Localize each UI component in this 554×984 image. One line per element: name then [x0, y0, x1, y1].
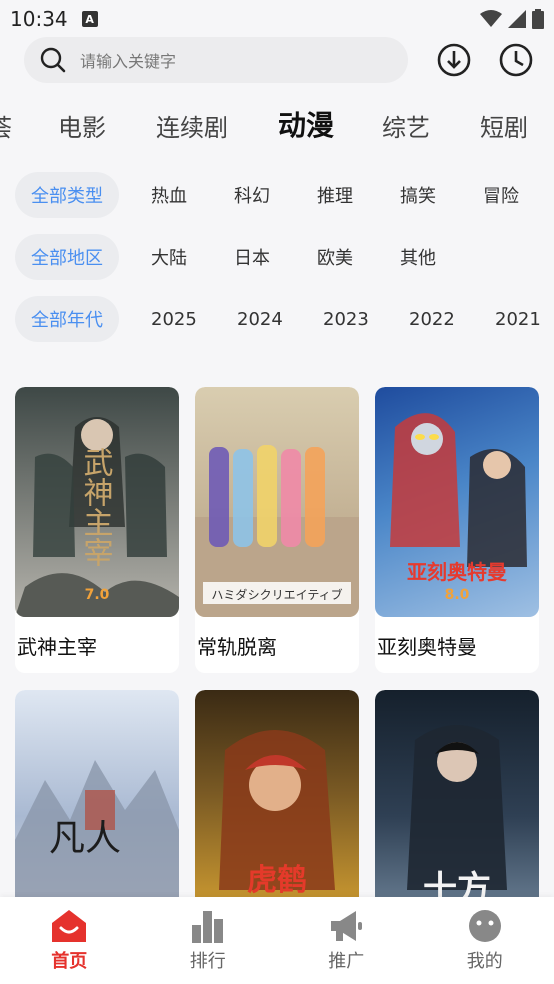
filter-chip[interactable]: 2024	[237, 296, 283, 342]
tab-anime[interactable]: 动漫	[278, 104, 334, 144]
status-time: 10:34	[10, 7, 68, 31]
poster-image: 虎鹤	[195, 690, 359, 920]
filter-chip[interactable]: 推理	[317, 172, 353, 218]
poster-title: 武神主宰	[79, 447, 114, 567]
poster-image: ハミダシクリエイティブ	[195, 387, 359, 617]
filter-region-row: 全部地区 大陆 日本 欧美 其他	[0, 234, 554, 280]
media-card[interactable]: 武神主宰 7.0 武神主宰	[15, 387, 179, 673]
poster-art: 十方	[407, 725, 507, 909]
tab-variety[interactable]: 综艺	[382, 108, 430, 143]
nav-label: 首页	[51, 951, 88, 972]
notification-icon: A	[81, 11, 98, 27]
filter-chip[interactable]: 欧美	[317, 234, 353, 280]
filter-type-row: 全部类型 热血 科幻 推理 搞笑 冒险	[0, 172, 554, 218]
tab-short-drama[interactable]: 短剧	[480, 108, 528, 143]
profile-icon	[468, 910, 501, 942]
search-placeholder: 请输入关键字	[80, 52, 177, 71]
media-card[interactable]: ハミダシクリエイティブ 常轨脱离	[195, 387, 359, 673]
filter-chip[interactable]: 2022	[409, 296, 455, 342]
search-bar[interactable]: 请输入关键字	[24, 37, 408, 83]
filter-year-row: 全部年代 2025 2024 2023 2022 2021	[0, 296, 554, 342]
filter-chip[interactable]: 全部年代	[15, 296, 119, 342]
nav-profile[interactable]: 我的	[435, 909, 535, 973]
nav-ranking[interactable]: 排行	[158, 909, 258, 973]
category-tabs: 荟 电影 连续剧 动漫 综艺 短剧	[0, 104, 554, 148]
card-title: 常轨脱离	[197, 635, 277, 659]
filter-chip[interactable]: 2023	[323, 296, 369, 342]
nav-label: 排行	[189, 951, 226, 972]
poster-image: 十方	[375, 690, 539, 920]
tab-partial[interactable]: 荟	[0, 108, 12, 143]
filter-chip[interactable]: 科幻	[234, 172, 270, 218]
filter-chip[interactable]: 大陆	[151, 234, 187, 280]
nav-label: 推广	[328, 951, 365, 972]
filter-chip[interactable]: 热血	[151, 172, 187, 218]
nav-home[interactable]: 首页	[19, 909, 119, 973]
tab-movie[interactable]: 电影	[58, 108, 106, 143]
search-icon	[40, 47, 66, 73]
poster-title: 虎鹤	[247, 863, 307, 898]
poster-title: ハミダシクリエイティブ	[211, 587, 342, 602]
poster-image: 亚刻奥特曼 8.0	[375, 387, 539, 617]
media-card[interactable]: 亚刻奥特曼 8.0 亚刻奥特曼	[375, 387, 539, 673]
poster-image: 凡人	[15, 690, 179, 920]
history-clock-icon[interactable]	[498, 42, 534, 78]
chart-bars-icon	[191, 911, 223, 943]
filter-chip[interactable]: 日本	[234, 234, 270, 280]
nav-label: 我的	[466, 951, 503, 972]
poster-art: 武神主宰	[15, 417, 179, 617]
filter-chip[interactable]: 全部类型	[15, 172, 119, 218]
filter-chip[interactable]: 搞笑	[400, 172, 436, 218]
poster-art: 凡人	[15, 760, 179, 920]
poster-image: 武神主宰 7.0	[15, 387, 179, 617]
filter-chip[interactable]: 2025	[151, 296, 197, 342]
poster-art: ハミダシクリエイティブ	[195, 445, 359, 617]
filter-chip[interactable]: 全部地区	[15, 234, 119, 280]
card-title: 武神主宰	[17, 635, 97, 659]
poster-art: 亚刻奥特曼	[390, 413, 527, 584]
status-bar: 10:34 A	[0, 0, 554, 38]
megaphone-icon	[331, 911, 363, 941]
home-icon	[52, 910, 87, 942]
filter-chip[interactable]: 冒险	[483, 172, 519, 218]
score-label: 7.0	[84, 587, 110, 603]
poster-title: 亚刻奥特曼	[407, 560, 507, 584]
score-label: 8.0	[444, 587, 470, 603]
signal-icon	[508, 10, 526, 28]
nav-promotion[interactable]: 推广	[296, 909, 396, 973]
poster-art: 虎鹤	[219, 730, 335, 898]
battery-icon	[532, 9, 544, 29]
filter-chip[interactable]: 2021	[495, 296, 541, 342]
filter-chip[interactable]: 其他	[400, 234, 436, 280]
bottom-navigation: 首页 排行 推广 我的	[0, 897, 554, 984]
tab-series[interactable]: 连续剧	[156, 108, 228, 143]
poster-title: 凡人	[49, 818, 121, 858]
card-title: 亚刻奥特曼	[377, 635, 477, 659]
wifi-icon	[480, 10, 502, 27]
download-icon[interactable]	[436, 42, 472, 78]
